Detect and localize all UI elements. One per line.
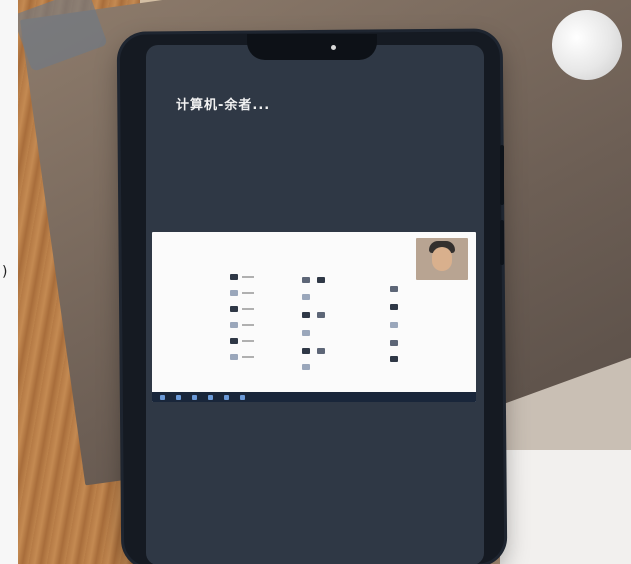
desktop-file-icon (390, 340, 398, 346)
desktop-file-icon (302, 348, 310, 354)
remote-session-title: 计算机-余者... (176, 98, 271, 113)
desktop-file-icon (230, 338, 238, 344)
file-label (242, 308, 254, 310)
desktop-file-icon (317, 312, 325, 318)
remote-taskbar[interactable] (152, 392, 476, 402)
taskbar-app-icon[interactable] (224, 395, 229, 400)
desktop-file-icon (317, 348, 325, 354)
taskbar-app-icon[interactable] (176, 395, 181, 400)
desktop-file-icon (230, 306, 238, 312)
file-label (242, 292, 254, 294)
webcam-overlay (416, 238, 468, 280)
desktop-file-icon (230, 322, 238, 328)
start-icon[interactable] (160, 395, 165, 400)
desktop-file-icon (317, 277, 325, 283)
photo-scene: ) 计算机-余者... (0, 0, 631, 564)
desktop-file-icon (390, 322, 398, 328)
front-camera-icon (331, 45, 336, 50)
taskbar-app-icon[interactable] (208, 395, 213, 400)
desktop-file-icon (230, 274, 238, 280)
power-button[interactable] (500, 220, 504, 265)
desktop-file-icon (230, 354, 238, 360)
white-area (500, 450, 631, 564)
desktop-file-icon (302, 330, 310, 336)
desktop-file-icon (230, 290, 238, 296)
file-label (242, 276, 254, 278)
left-margin (0, 0, 18, 564)
desktop-file-icon (302, 312, 310, 318)
left-edge-glyph: ) (2, 264, 8, 280)
person-face (432, 247, 452, 271)
desktop-file-icon (302, 277, 310, 283)
desktop-file-icon (302, 364, 310, 370)
desktop-file-icon (302, 294, 310, 300)
desktop-file-icon (390, 286, 398, 292)
remote-desktop-view[interactable] (152, 232, 476, 402)
file-label (242, 340, 254, 342)
phone-notch (247, 34, 377, 60)
desktop-file-icon (390, 356, 398, 362)
file-label (242, 356, 254, 358)
desktop-file-icon (390, 304, 398, 310)
file-label (242, 324, 254, 326)
taskbar-app-icon[interactable] (240, 395, 245, 400)
volume-button[interactable] (500, 145, 504, 205)
taskbar-app-icon[interactable] (192, 395, 197, 400)
